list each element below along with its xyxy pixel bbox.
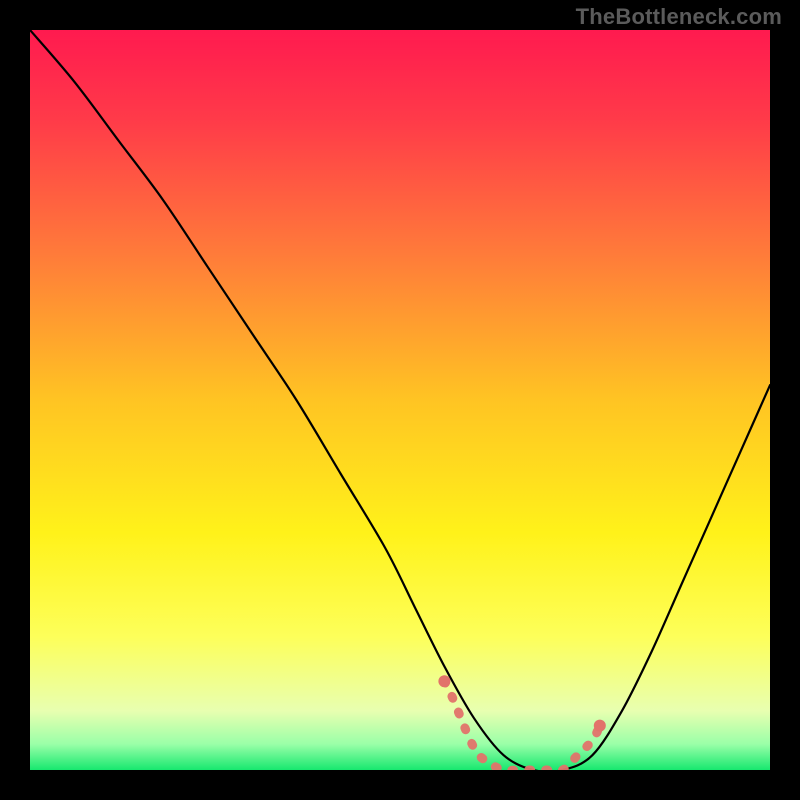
optimal-zone-endpoint — [438, 675, 450, 687]
bottleneck-chart — [0, 0, 800, 800]
optimal-zone-endpoint — [594, 720, 606, 732]
gradient-background — [30, 30, 770, 770]
chart-frame: TheBottleneck.com — [0, 0, 800, 800]
